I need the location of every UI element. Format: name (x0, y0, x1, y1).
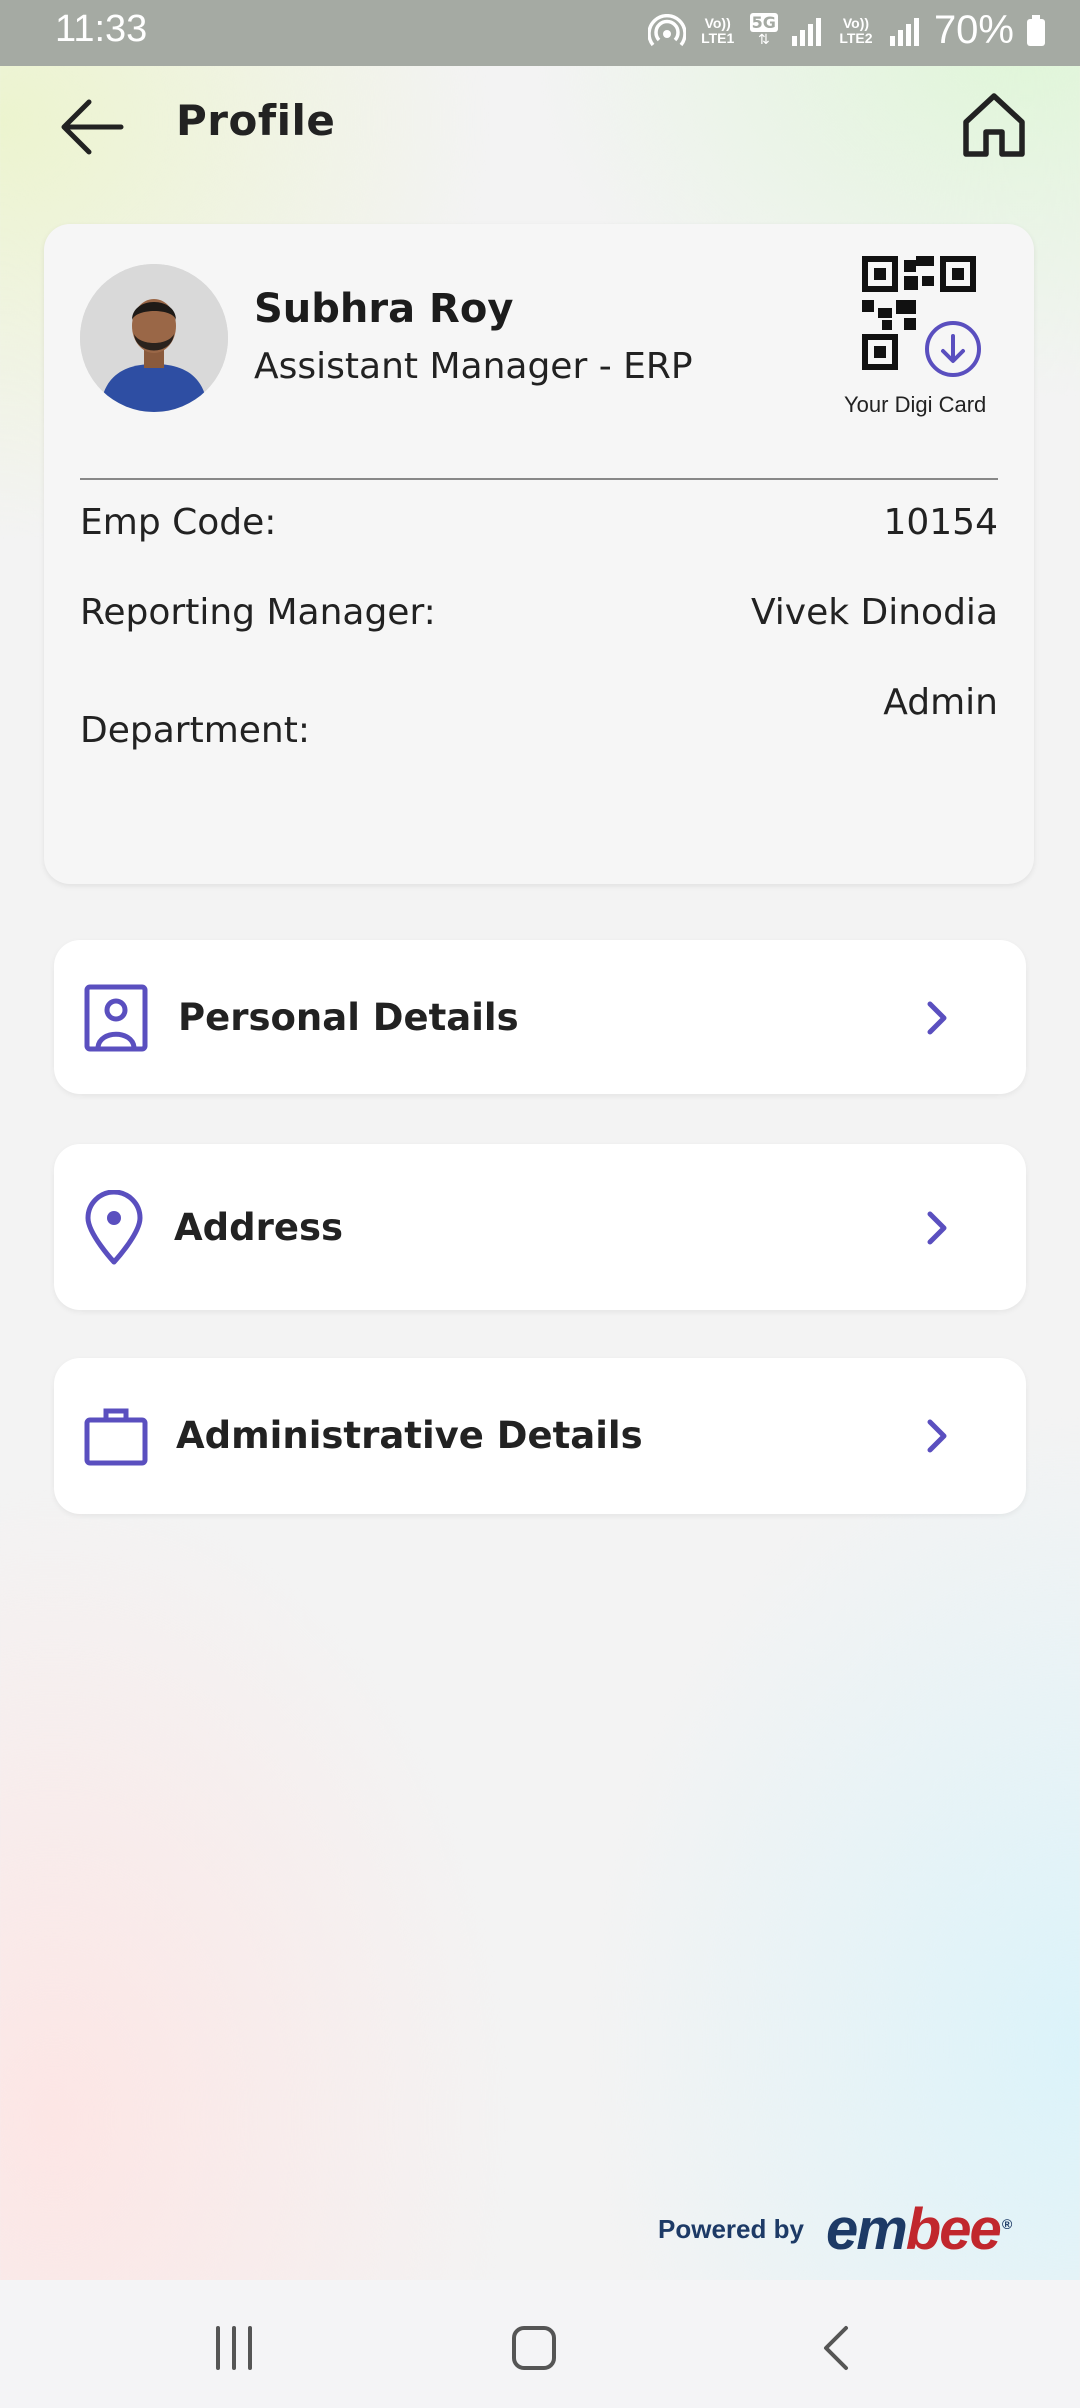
administrative-details-item[interactable]: Administrative Details (54, 1358, 1026, 1514)
status-bar: 11:33 Vo)) LTE1 5G ⇅ Vo)) LTE2 70% (0, 0, 1080, 66)
lte2-indicator: Vo)) LTE2 (839, 14, 873, 46)
powered-by-label: Powered by (658, 2214, 804, 2244)
reporting-manager-value: Vivek Dinodia (750, 592, 998, 633)
employee-role: Assistant Manager - ERP (254, 346, 693, 387)
signal-2-icon (889, 17, 919, 46)
address-item[interactable]: Address (54, 1144, 1026, 1310)
powered-by: Powered by embee ® (658, 2196, 1012, 2263)
digi-card-label: Your Digi Card (844, 392, 987, 417)
battery-icon (1027, 14, 1045, 46)
signal-icon (791, 17, 821, 46)
status-time: 11:33 (55, 8, 148, 50)
employee-name: Subhra Roy (254, 286, 514, 332)
battery-percent: 70% (933, 8, 1014, 52)
recent-apps-icon[interactable] (204, 2318, 264, 2378)
back-button[interactable] (55, 90, 129, 164)
chevron-right-icon (927, 1419, 947, 1453)
app-header: Profile (0, 66, 1080, 186)
reporting-manager-label: Reporting Manager: (80, 592, 436, 633)
status-icons: Vo)) LTE1 5G ⇅ Vo)) LTE2 70% (647, 8, 1046, 53)
arrow-left-icon (61, 99, 124, 155)
administrative-details-label: Administrative Details (176, 1414, 643, 1457)
chevron-right-icon (927, 1001, 947, 1035)
emp-code-value: 10154 (883, 502, 998, 543)
system-nav-bar (0, 2280, 1080, 2408)
hotspot-icon (647, 13, 686, 46)
home-button[interactable] (958, 88, 1030, 160)
avatar (80, 264, 228, 412)
embee-logo: embee ® (825, 2197, 1012, 2262)
chevron-right-icon (927, 1211, 947, 1245)
id-card-icon (84, 984, 148, 1052)
emp-code-label: Emp Code: (80, 502, 277, 543)
divider (80, 478, 998, 480)
briefcase-icon (84, 1408, 148, 1466)
home-nav-icon[interactable] (504, 2318, 564, 2378)
department-label: Department: (80, 710, 310, 751)
department-value: Admin (883, 682, 998, 723)
personal-details-label: Personal Details (178, 996, 519, 1039)
lte1-indicator: Vo)) LTE1 (701, 14, 735, 46)
home-icon (963, 93, 1025, 157)
profile-card: Subhra Roy Assistant Manager - ERP Your … (44, 224, 1034, 884)
personal-details-item[interactable]: Personal Details (54, 940, 1026, 1094)
back-nav-icon[interactable] (808, 2318, 868, 2378)
map-pin-icon (85, 1190, 143, 1265)
digi-card-button[interactable] (860, 254, 1000, 414)
network-5g: 5G ⇅ (749, 13, 778, 48)
page-title: Profile (176, 96, 336, 145)
download-icon (919, 315, 987, 383)
address-label: Address (174, 1206, 343, 1249)
person-photo (80, 264, 228, 412)
